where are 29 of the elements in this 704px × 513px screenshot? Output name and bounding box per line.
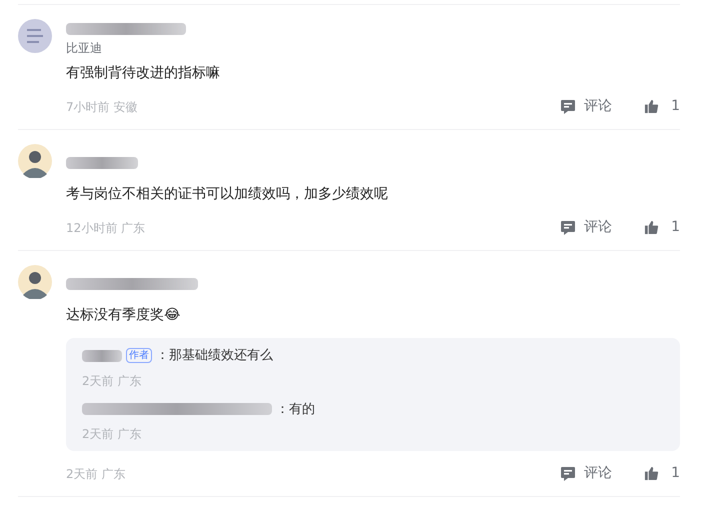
comment-meta: 2天前 广东	[66, 466, 126, 482]
reply-text: ：有的	[276, 400, 315, 418]
comment-icon	[560, 466, 576, 482]
comment-text: 有强制背待改进的指标嘛	[66, 64, 221, 83]
comment-icon	[560, 98, 576, 114]
avatar-icon	[18, 19, 52, 53]
blurred-name	[66, 157, 138, 169]
comment-meta: 7小时前 安徽	[66, 98, 138, 116]
author-badge: 作者	[126, 348, 152, 364]
reply-button[interactable]: 评论	[560, 463, 612, 484]
comment-icon	[560, 220, 576, 236]
reply-meta: 2天前 广东	[82, 426, 142, 443]
comment-text: 达标没有季度奖😂	[66, 306, 182, 325]
avatar-icon	[18, 144, 52, 178]
reply-button[interactable]: 评论	[560, 96, 612, 117]
like-button[interactable]: 1	[644, 217, 680, 238]
thumbs-up-icon	[644, 99, 660, 114]
avatar-icon	[18, 265, 52, 299]
like-button[interactable]: 1	[644, 96, 680, 117]
comment-text: 考与岗位不相关的证书可以加绩效吗，加多少绩效呢	[66, 185, 389, 204]
like-button[interactable]: 1	[644, 463, 680, 484]
comment-meta: 12小时前 广东	[66, 220, 146, 236]
thumbs-up-icon	[644, 466, 660, 481]
reply-meta: 2天前 广东	[82, 372, 142, 390]
reply-text: ：那基础绩效还有么	[156, 347, 273, 365]
company-label: 比亚迪	[66, 40, 103, 57]
blurred-name	[82, 350, 122, 362]
thumbs-up-icon	[644, 220, 660, 235]
reply-button[interactable]: 评论	[560, 217, 612, 238]
